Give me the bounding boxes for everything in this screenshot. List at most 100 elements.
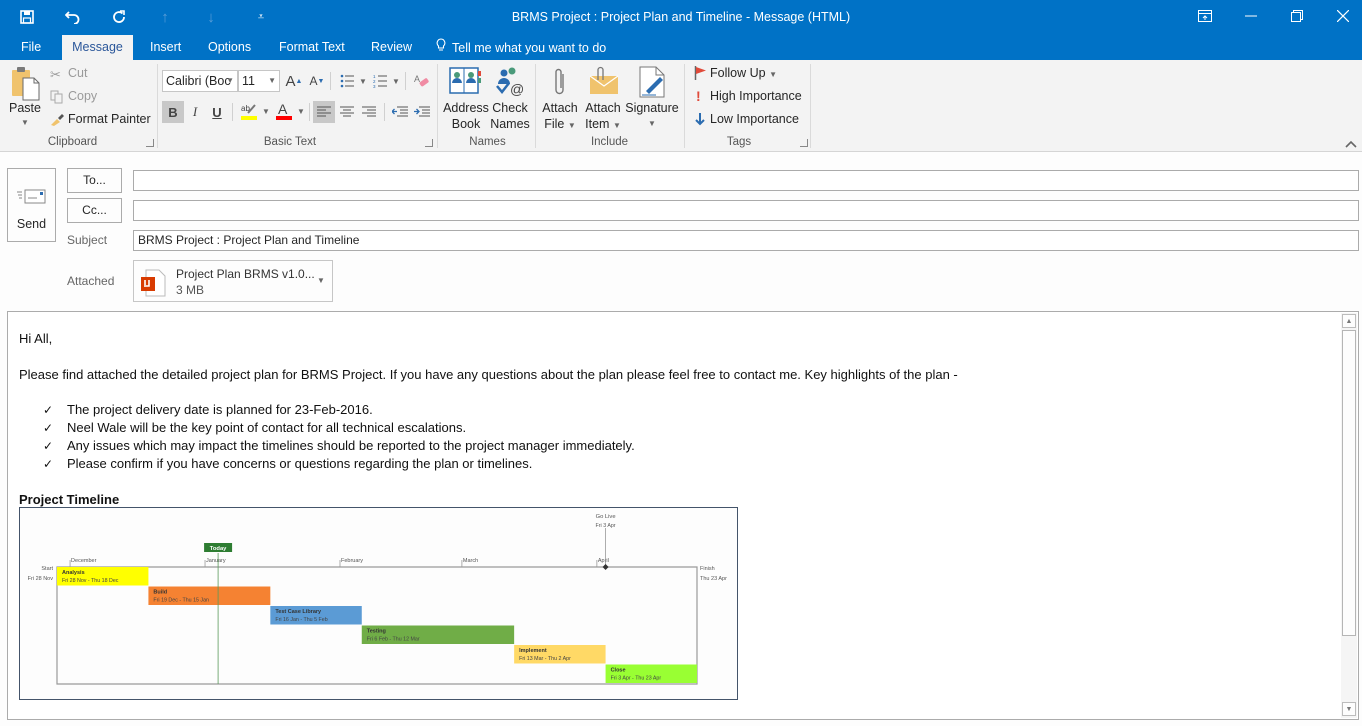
tell-me-text: Tell me what you want to do xyxy=(452,40,607,55)
minimize-icon[interactable] xyxy=(1236,4,1266,28)
divider xyxy=(309,103,310,121)
timeline-canvas: December January February March April Analysi… xyxy=(28,514,727,685)
low-importance-button[interactable]: Low Importance xyxy=(710,112,799,126)
grow-font-icon[interactable]: A ▲ xyxy=(283,70,305,92)
checkmark-icon: ✓ xyxy=(43,457,54,471)
underline-button[interactable]: U xyxy=(206,101,228,123)
attachment-dropdown-icon[interactable]: ▼ xyxy=(317,276,325,285)
high-importance-button[interactable]: High Importance xyxy=(710,89,802,103)
restore-icon[interactable] xyxy=(1282,4,1312,28)
attached-label: Attached xyxy=(67,274,115,288)
scrollbar-thumb[interactable] xyxy=(1342,330,1356,636)
font-color-dropdown-icon[interactable]: ▼ xyxy=(297,107,305,116)
paste-button[interactable]: Paste xyxy=(8,100,42,116)
group-separator xyxy=(810,64,811,148)
cc-button[interactable]: Cc... xyxy=(67,198,122,223)
message-text: Hi All, Please find attached the detaile… xyxy=(19,330,958,509)
ribbon: Paste ▼ ✂ Cut Copy Format Painter Clipbo… xyxy=(0,60,1362,152)
month-label: December xyxy=(71,558,97,564)
numbering-icon[interactable]: 123 xyxy=(369,70,391,92)
tab-review[interactable]: Review xyxy=(361,35,422,60)
to-field[interactable] xyxy=(133,170,1359,191)
tab-insert[interactable]: Insert xyxy=(140,35,191,60)
font-color-icon[interactable]: A xyxy=(273,100,295,122)
tab-file[interactable]: File xyxy=(11,35,51,60)
scroll-up-icon[interactable]: ▲ xyxy=(1342,314,1356,328)
follow-up-button[interactable]: Follow Up ▼ xyxy=(710,66,777,80)
attach-file-line2: File ▼ xyxy=(544,117,576,131)
task-dates: Fri 6 Feb - Thu 12 Mar xyxy=(367,637,420,643)
bullet-item: ✓ The project delivery date is planned fo… xyxy=(43,402,373,417)
attachment-size: 3 MB xyxy=(176,283,205,297)
milestone-date: Fri 3 Apr xyxy=(596,523,616,529)
project-timeline-image: December January February March April Analysi… xyxy=(19,507,738,700)
increase-indent-icon[interactable] xyxy=(411,101,433,123)
task-name: Implement xyxy=(519,648,547,654)
group-separator xyxy=(157,64,158,148)
paste-icon[interactable] xyxy=(10,66,42,102)
vertical-scrollbar[interactable]: ▲ ▼ xyxy=(1341,313,1357,718)
paperclip-icon xyxy=(552,66,568,98)
bullet-item: ✓ Please confirm if you have concerns or … xyxy=(43,456,533,471)
start-date: Fri 28 Nov xyxy=(28,576,54,582)
group-separator xyxy=(684,64,685,148)
attachment-card[interactable]: Project Plan BRMS v1.0... 3 MB ▼ xyxy=(133,260,333,302)
italic-button[interactable]: I xyxy=(184,101,206,123)
collapse-ribbon-icon[interactable] xyxy=(1345,137,1357,148)
tab-options[interactable]: Options xyxy=(198,35,261,60)
window-title: BRMS Project : Project Plan and Timeline… xyxy=(511,10,851,24)
shrink-font-icon[interactable]: A ▼ xyxy=(306,70,328,92)
clear-formatting-icon[interactable]: A xyxy=(411,70,433,92)
attachment-name: Project Plan BRMS v1.0... xyxy=(176,267,315,281)
align-right-icon[interactable] xyxy=(358,101,380,123)
paste-dropdown-icon[interactable]: ▼ xyxy=(21,118,29,127)
to-button[interactable]: To... xyxy=(67,168,122,193)
cc-field[interactable] xyxy=(133,200,1359,221)
check-names-line1: Check xyxy=(492,101,528,115)
tell-me-search[interactable]: Tell me what you want to do xyxy=(436,35,606,60)
checkmark-icon: ✓ xyxy=(43,403,54,417)
decrease-indent-icon[interactable] xyxy=(389,101,411,123)
signature-button[interactable]: Signature ▼ xyxy=(624,100,680,132)
scroll-down-icon[interactable]: ▼ xyxy=(1342,702,1356,716)
attach-item-button[interactable]: Attach Item ▼ xyxy=(583,100,623,134)
bullets-icon[interactable] xyxy=(336,70,358,92)
align-center-icon[interactable] xyxy=(336,101,358,123)
check-names-button[interactable]: Check Names xyxy=(488,100,532,132)
task-dates: Fri 19 Dec - Thu 15 Jan xyxy=(153,598,209,604)
send-button[interactable]: Send xyxy=(7,168,56,242)
tab-message[interactable]: Message xyxy=(62,35,133,60)
font-size-combo[interactable]: 11 ▼ xyxy=(238,70,280,92)
attach-item-icon xyxy=(588,66,620,96)
tab-format-text[interactable]: Format Text xyxy=(269,35,355,60)
basic-text-launcher-icon[interactable] xyxy=(425,139,433,147)
font-size-value: 11 xyxy=(242,74,255,88)
format-painter-button[interactable]: Format Painter xyxy=(68,112,151,126)
attach-file-button[interactable]: Attach File ▼ xyxy=(541,100,579,134)
highlight-dropdown-icon[interactable]: ▼ xyxy=(262,107,270,116)
svg-text:3: 3 xyxy=(373,84,376,88)
month-label: March xyxy=(463,558,478,564)
bold-button[interactable]: B xyxy=(162,101,184,123)
bullets-dropdown-icon[interactable]: ▼ xyxy=(359,77,367,86)
address-book-button[interactable]: Address Book xyxy=(442,100,490,132)
low-importance-icon xyxy=(694,112,706,126)
bullet-item: ✓ Neel Wale will be the key point of cont… xyxy=(43,420,467,435)
tags-launcher-icon[interactable] xyxy=(800,139,808,147)
subject-label: Subject xyxy=(67,233,108,247)
numbering-dropdown-icon[interactable]: ▼ xyxy=(392,77,400,86)
subject-field[interactable]: BRMS Project : Project Plan and Timeline xyxy=(133,230,1359,251)
copy-button[interactable]: Copy xyxy=(68,89,97,103)
lightbulb-icon xyxy=(436,36,446,60)
close-icon[interactable] xyxy=(1328,4,1358,28)
align-left-icon[interactable] xyxy=(313,101,335,123)
ribbon-display-options-icon[interactable] xyxy=(1190,4,1220,28)
clipboard-launcher-icon[interactable] xyxy=(146,139,154,147)
divider xyxy=(330,72,331,90)
highlight-icon[interactable]: ab xyxy=(238,100,260,122)
ribbon-tabs: File Message Insert Options Format Text … xyxy=(0,35,1362,60)
group-separator xyxy=(437,64,438,148)
font-name-combo[interactable]: Calibri (Boc ▼ xyxy=(162,70,238,92)
cut-button[interactable]: Cut xyxy=(68,66,87,80)
divider xyxy=(232,103,233,121)
